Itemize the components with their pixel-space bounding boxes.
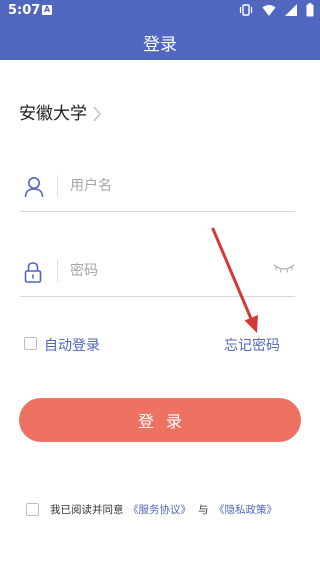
auto-login-label[interactable]: 自动登录 [44,335,100,355]
page-title: 登录 [143,35,177,55]
agreement-conjunction: 与 [198,504,209,516]
auto-login-checkbox[interactable] [24,337,37,350]
field-underline [20,211,295,212]
title-bar: 登录 [0,22,320,60]
school-selector[interactable]: 安徽大学 [19,100,87,128]
battery-icon [306,3,314,17]
forgot-password-link[interactable]: 忘记密码 [224,335,280,355]
notification-icon: A [42,5,52,15]
username-field [20,166,295,212]
vibrate-icon [239,4,252,16]
field-divider [57,260,58,282]
lock-icon [24,262,42,283]
chevron-right-icon[interactable] [92,106,102,122]
password-input[interactable] [70,257,250,285]
password-field [20,251,295,297]
login-button[interactable]: 登录 [19,398,301,442]
signal-icon [284,4,297,16]
status-bar: 5:07 A [0,0,320,22]
user-icon [24,177,44,198]
status-icons [235,3,314,19]
field-underline [20,296,295,297]
wifi-icon [262,5,276,16]
service-agreement-link[interactable]: 《服务协议》 [128,502,191,517]
username-input[interactable] [70,172,250,200]
agreement-checkbox[interactable] [26,503,39,516]
agreement-prefix: 我已阅读并同意 [50,504,124,516]
eye-closed-icon[interactable] [273,262,295,276]
status-time: 5:07 [8,3,41,18]
privacy-policy-link[interactable]: 《隐私政策》 [214,502,277,517]
field-divider [57,175,58,197]
